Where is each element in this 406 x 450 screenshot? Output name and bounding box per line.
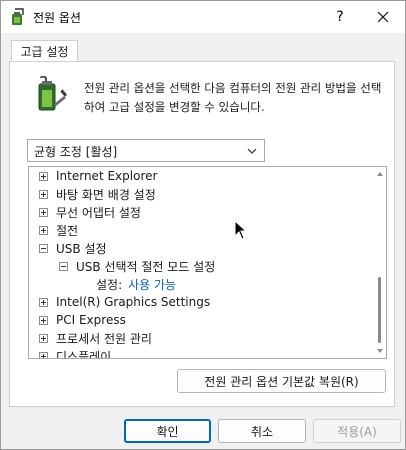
window-title: 전원 옵션 <box>33 11 81 25</box>
setting-label: 설정: <box>96 277 123 292</box>
tree-item-label: 무선 어댑터 설정 <box>56 205 141 220</box>
chevron-down-icon <box>247 148 257 154</box>
power-options-dialog: 전원 옵션 ? 고급 설정 전원 관리 옵션을 선택한 다음 컴퓨터의 전원 관… <box>0 0 406 450</box>
expand-icon[interactable] <box>39 333 48 343</box>
tree-item-pci-express[interactable]: PCI Express <box>39 311 126 329</box>
mouse-cursor-icon <box>234 220 248 240</box>
expand-icon[interactable] <box>39 189 48 199</box>
tree-item-internet-explorer[interactable]: Internet Explorer <box>39 167 157 185</box>
power-options-icon <box>12 8 24 25</box>
tree-item-label: Internet Explorer <box>56 169 158 183</box>
tree-item-label: 바탕 화면 배경 설정 <box>56 187 156 202</box>
tree-item-intel-graphics[interactable]: Intel(R) Graphics Settings <box>39 293 210 311</box>
power-plan-value: 균형 조정 [활성] <box>34 145 118 159</box>
tree-item-label: 디스플레이 <box>56 349 112 359</box>
expand-icon[interactable] <box>39 171 48 181</box>
expand-icon[interactable] <box>39 225 48 235</box>
tree-item-display[interactable]: 디스플레이 <box>39 347 112 359</box>
tree-item-desktop-background[interactable]: 바탕 화면 배경 설정 <box>39 185 156 203</box>
settings-tree: Internet Explorer 바탕 화면 배경 설정 무선 어댑터 설정 … <box>28 166 387 359</box>
setting-value-link[interactable]: 사용 가능 <box>128 276 176 293</box>
apply-button[interactable]: 적용(A) <box>313 419 401 443</box>
expand-icon[interactable] <box>39 351 48 358</box>
tree-item-sleep[interactable]: 절전 <box>39 221 78 239</box>
tree-scrollbar[interactable] <box>374 167 386 358</box>
tree-item-label: 프로세서 전원 관리 <box>56 331 152 346</box>
tree-item-label: Intel(R) Graphics Settings <box>56 295 211 309</box>
collapse-icon[interactable] <box>39 243 48 253</box>
scroll-thumb[interactable] <box>378 277 381 343</box>
tree-item-wireless-adapter[interactable]: 무선 어댑터 설정 <box>39 203 141 221</box>
tree-item-setting: 설정: 사용 가능 <box>96 275 176 293</box>
cancel-button[interactable]: 취소 <box>218 419 306 443</box>
tree-item-usb-selective-suspend[interactable]: USB 선택적 절전 모드 설정 <box>59 257 215 275</box>
tree-item-label: 절전 <box>56 223 79 238</box>
help-button[interactable]: ? <box>323 1 357 33</box>
description-text: 전원 관리 옵션을 선택한 다음 컴퓨터의 전원 관리 방법을 선택하여 고급 … <box>84 81 382 114</box>
power-plan-select[interactable]: 균형 조정 [활성] <box>27 139 265 162</box>
ok-button[interactable]: 확인 <box>124 419 211 443</box>
expand-icon[interactable] <box>39 315 48 325</box>
tree-item-label: USB 설정 <box>56 241 107 256</box>
close-icon <box>377 11 389 23</box>
tree-item-label: PCI Express <box>56 313 126 327</box>
title-bar: 전원 옵션 ? <box>1 1 405 33</box>
expand-icon[interactable] <box>39 207 48 217</box>
tree-item-label: USB 선택적 절전 모드 설정 <box>76 259 216 274</box>
scroll-up-icon[interactable] <box>376 170 384 178</box>
scroll-down-icon[interactable] <box>376 347 384 355</box>
collapse-icon[interactable] <box>59 261 68 271</box>
expand-icon[interactable] <box>39 297 48 307</box>
restore-defaults-button[interactable]: 전원 관리 옵션 기본값 복원(R) <box>177 369 386 393</box>
tree-item-processor-power[interactable]: 프로세서 전원 관리 <box>39 329 152 347</box>
close-button[interactable] <box>363 1 403 33</box>
tab-advanced-settings[interactable]: 고급 설정 <box>11 40 78 62</box>
battery-plug-icon <box>38 76 68 111</box>
advanced-settings-panel: 전원 관리 옵션을 선택한 다음 컴퓨터의 전원 관리 방법을 선택하여 고급 … <box>9 61 395 407</box>
tree-item-usb-settings[interactable]: USB 설정 <box>39 239 107 257</box>
